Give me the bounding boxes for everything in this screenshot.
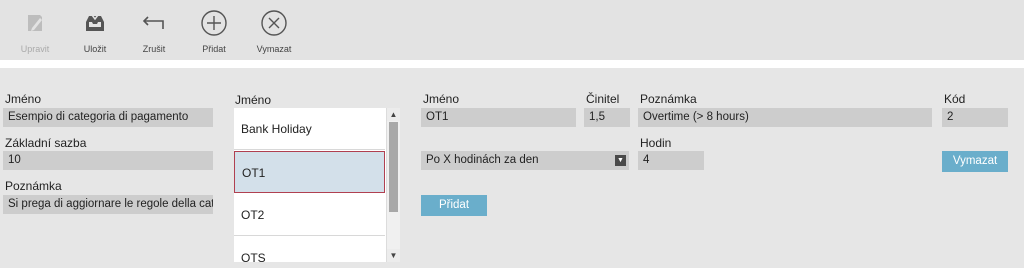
pay-rule-list[interactable]: Bank Holiday OT1 OT2 OTS ▲ ▼ bbox=[234, 108, 400, 262]
save-button[interactable]: Uložit bbox=[72, 8, 118, 54]
category-note-label: Poznámka bbox=[5, 179, 62, 193]
cancel-button[interactable]: Zrušit bbox=[131, 8, 177, 54]
scroll-down-arrow-icon[interactable]: ▼ bbox=[387, 249, 400, 262]
toolbar: Upravit Uložit Zrušit Přidat Vymazat bbox=[0, 0, 1024, 60]
rule-name-label: Jméno bbox=[423, 92, 460, 106]
list-item[interactable]: OTS bbox=[234, 237, 385, 262]
list-item-selected[interactable]: OT1 bbox=[234, 151, 385, 193]
save-tray-icon bbox=[86, 14, 104, 31]
rule-note-label: Poznámka bbox=[640, 92, 697, 106]
edit-button-label: Upravit bbox=[20, 44, 50, 54]
code-field[interactable]: 2 bbox=[942, 108, 1008, 127]
scroll-up-arrow-icon[interactable]: ▲ bbox=[387, 108, 400, 121]
add-toolbar-button-label: Přidat bbox=[202, 44, 226, 54]
rule-note-field[interactable]: Overtime (> 8 hours) bbox=[638, 108, 932, 127]
x-circle-icon bbox=[261, 10, 287, 36]
hours-field[interactable]: 4 bbox=[638, 151, 704, 170]
plus-circle-icon bbox=[201, 10, 227, 36]
add-rule-button[interactable]: Přidat bbox=[421, 195, 487, 216]
category-name-field[interactable]: Esempio di categoria di pagamento bbox=[3, 108, 213, 127]
save-button-label: Uložit bbox=[83, 44, 107, 54]
factor-field[interactable]: 1,5 bbox=[584, 108, 630, 127]
edit-button[interactable]: Upravit bbox=[12, 8, 58, 54]
list-item[interactable]: OT2 bbox=[234, 194, 385, 236]
base-rate-label: Základní sazba bbox=[5, 136, 87, 150]
delete-toolbar-button-label: Vymazat bbox=[256, 44, 292, 54]
rule-type-select[interactable]: Po X hodinách za den ▼ bbox=[421, 151, 629, 170]
category-note-field[interactable]: Si prega di aggiornare le regole della c… bbox=[3, 195, 213, 214]
base-rate-field[interactable]: 10 bbox=[3, 151, 213, 170]
code-label: Kód bbox=[944, 92, 966, 106]
list-header: Jméno bbox=[235, 93, 272, 107]
delete-rule-button[interactable]: Vymazat bbox=[942, 151, 1008, 172]
delete-toolbar-button[interactable]: Vymazat bbox=[251, 8, 297, 54]
category-name-label: Jméno bbox=[5, 92, 42, 106]
factor-label: Činitel bbox=[586, 92, 620, 106]
hours-label: Hodin bbox=[640, 136, 672, 150]
chevron-down-icon[interactable]: ▼ bbox=[615, 155, 626, 166]
pencil-icon bbox=[28, 15, 42, 31]
toolbar-divider bbox=[0, 60, 1024, 68]
scroll-thumb[interactable] bbox=[389, 122, 398, 212]
rule-type-select-value: Po X hodinách za den bbox=[426, 154, 539, 166]
undo-arrow-icon bbox=[142, 16, 164, 29]
list-item[interactable]: Bank Holiday bbox=[234, 108, 385, 150]
rule-name-field[interactable]: OT1 bbox=[421, 108, 576, 127]
list-scrollbar[interactable]: ▲ ▼ bbox=[386, 108, 400, 262]
add-toolbar-button[interactable]: Přidat bbox=[191, 8, 237, 54]
cancel-button-label: Zrušit bbox=[142, 44, 166, 54]
